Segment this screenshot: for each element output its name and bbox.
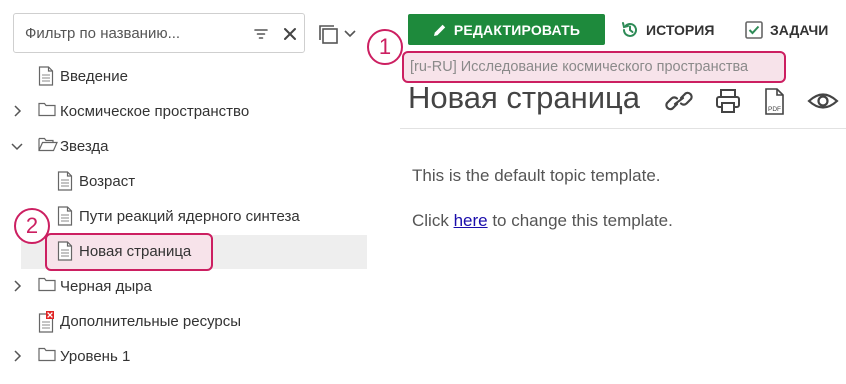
tree-item[interactable]: Уровень 1 [14, 340, 131, 372]
history-icon [622, 22, 637, 37]
breadcrumb: [ru-RU] Исследование космического простр… [402, 51, 786, 83]
folder-icon [38, 101, 56, 121]
pencil-icon [433, 24, 446, 36]
folder-open-icon [38, 136, 58, 156]
preview-eye-icon[interactable] [806, 87, 840, 120]
filter-box [13, 13, 305, 53]
edit-button[interactable]: РЕДАКТИРОВАТЬ [408, 14, 605, 45]
clear-filter-icon[interactable] [281, 25, 299, 43]
tree-item[interactable]: Возраст [57, 165, 135, 197]
tasks-button-label: ЗАДАЧИ [770, 22, 829, 38]
tree-item[interactable]: Космическое пространство [14, 95, 250, 127]
page-icon [38, 66, 54, 86]
page-icon [57, 206, 73, 226]
tree-item-label: Космическое пространство [60, 102, 250, 120]
history-button[interactable]: ИСТОРИЯ [620, 18, 714, 42]
tree-item[interactable]: Новая страница [57, 235, 191, 267]
history-button-label: ИСТОРИЯ [646, 22, 715, 38]
page-icon [57, 241, 73, 261]
callout-two: 2 [14, 208, 50, 244]
folder-icon [38, 346, 56, 366]
tree-item-label: Пути реакций ядерного синтеза [79, 207, 300, 225]
collapse-all-dropdown-icon[interactable] [316, 22, 358, 46]
link-icon[interactable] [664, 87, 694, 120]
tree-item-label: Введение [60, 67, 128, 85]
chevron-right-icon[interactable] [10, 104, 24, 118]
change-template-link[interactable]: here [454, 211, 488, 230]
tasks-button[interactable]: ЗАДАЧИ [744, 18, 828, 42]
body-paragraph-2: Click here to change this template. [412, 211, 673, 230]
page-error-icon [38, 311, 54, 333]
tree-item[interactable]: Черная дыра [14, 270, 152, 302]
pdf-icon[interactable]: PDF [762, 87, 788, 122]
edit-button-label: РЕДАКТИРОВАТЬ [453, 21, 581, 38]
tree-item[interactable]: Пути реакций ядерного синтеза [57, 200, 300, 232]
tree-item-label: Дополнительные ресурсы [60, 312, 242, 330]
checkbox-icon [745, 21, 763, 39]
page-icon [57, 171, 73, 191]
svg-text:PDF: PDF [768, 106, 781, 113]
filter-input[interactable] [14, 14, 244, 52]
tree-item-label: Новая страница [79, 242, 192, 260]
tree-item[interactable]: Звезда [11, 130, 109, 162]
tree-item-label: Звезда [60, 137, 109, 155]
print-icon[interactable] [714, 87, 742, 120]
tree-item-label: Уровень 1 [60, 347, 131, 365]
breadcrumb-text[interactable]: [ru-RU] Исследование космического простр… [410, 59, 748, 75]
title-divider [400, 128, 846, 129]
page-title: Новая страница [408, 80, 641, 115]
folder-icon [38, 276, 56, 296]
body-paragraph-1: This is the default topic template. [412, 166, 661, 185]
tree-item-label: Возраст [79, 172, 136, 190]
callout-one: 1 [367, 29, 403, 65]
filter-icon[interactable] [252, 25, 270, 43]
tree-item[interactable]: Дополнительные ресурсы [38, 305, 241, 337]
chevron-down-icon[interactable] [10, 139, 24, 153]
tree-item[interactable]: Введение [38, 60, 128, 92]
chevron-right-icon[interactable] [10, 279, 24, 293]
tree-item-label: Черная дыра [60, 277, 152, 295]
chevron-right-icon[interactable] [10, 349, 24, 363]
